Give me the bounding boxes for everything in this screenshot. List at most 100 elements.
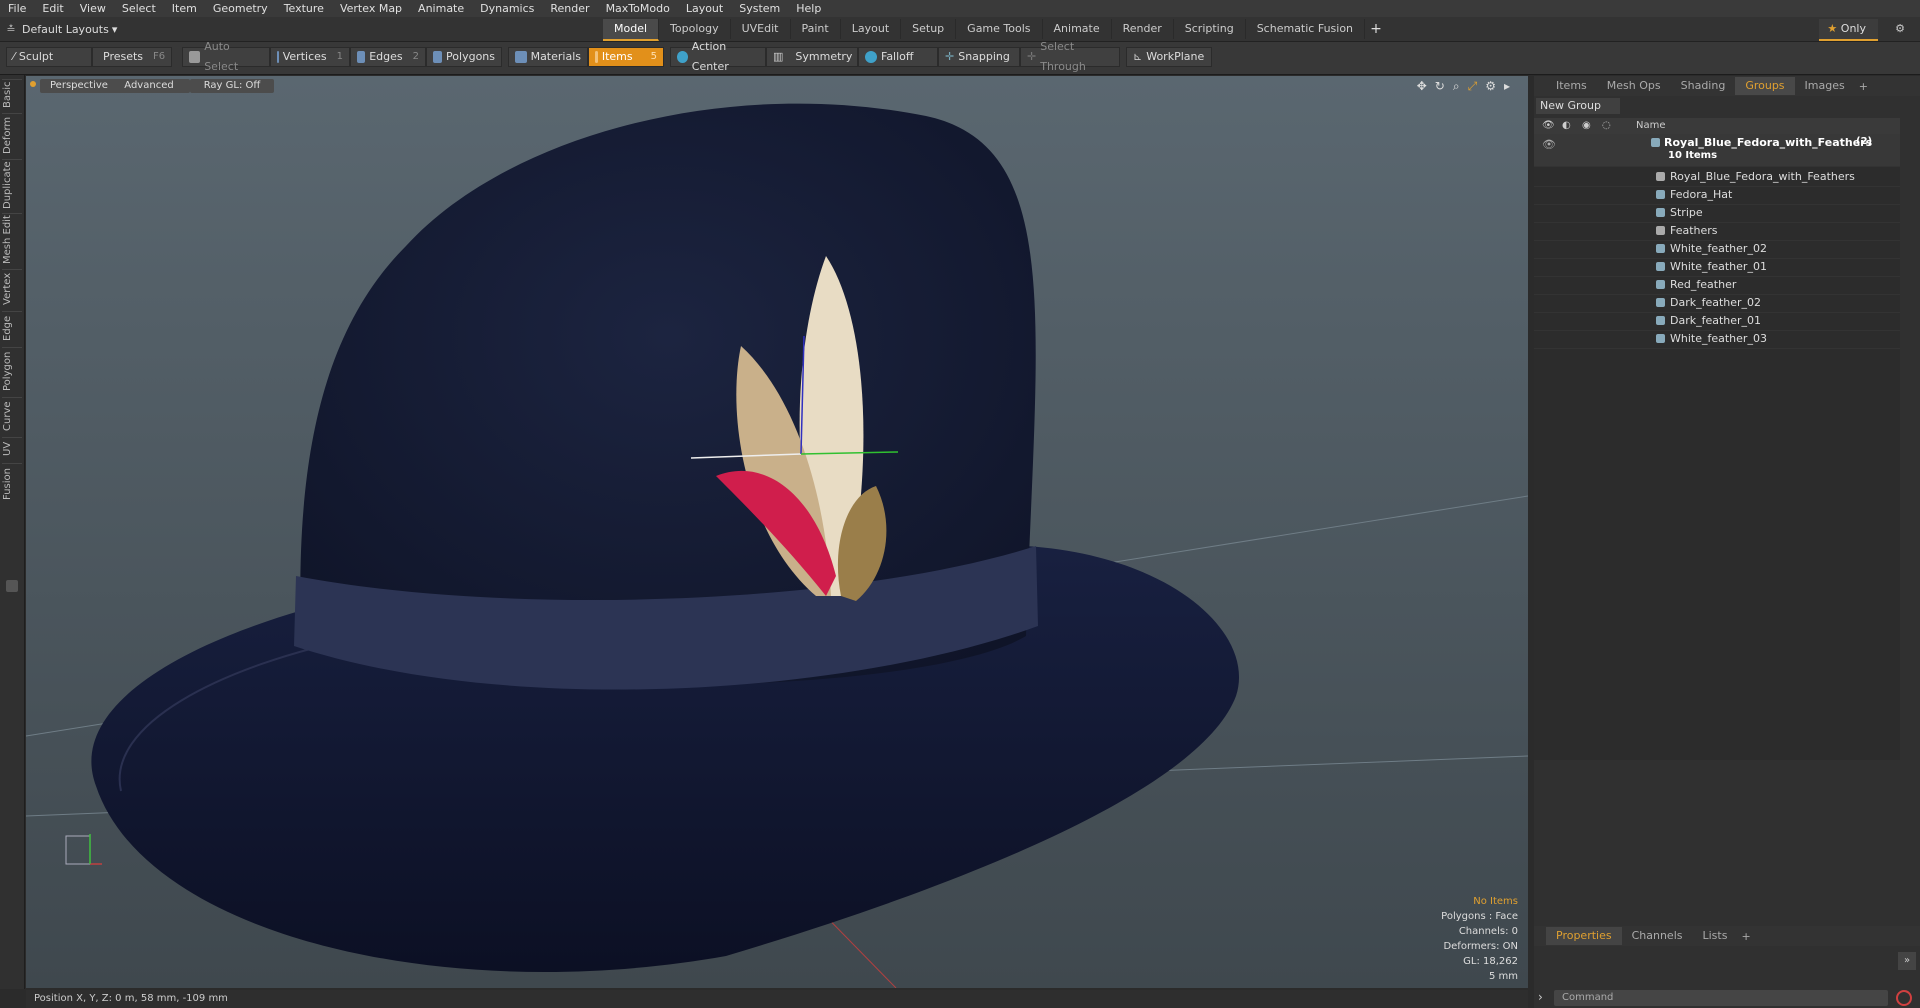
- tab-animate[interactable]: Animate: [1043, 19, 1112, 39]
- tab-channels[interactable]: Channels: [1622, 927, 1693, 945]
- tab-layout[interactable]: Layout: [841, 19, 902, 39]
- menu-texture[interactable]: Texture: [276, 0, 332, 17]
- fit-view-icon[interactable]: ⤢: [1468, 79, 1478, 94]
- tab-setup[interactable]: Setup: [901, 19, 957, 39]
- 3d-viewport[interactable]: Perspective Advanced Ray GL: Off ✥ ↻ ⌕ ⤢…: [26, 76, 1528, 988]
- menu-item[interactable]: Item: [164, 0, 205, 17]
- falloff-button[interactable]: Falloff: [858, 47, 938, 67]
- tab-lists[interactable]: Lists: [1693, 927, 1738, 945]
- tab-paint[interactable]: Paint: [791, 19, 841, 39]
- tree-item-row[interactable]: Stripe: [1534, 204, 1900, 223]
- main-toolbar: ⁄ Sculpt Presets F6 Auto Select Vertices 1 …: [0, 40, 1920, 75]
- items-button[interactable]: Items 5: [588, 47, 664, 67]
- menu-layout[interactable]: Layout: [678, 0, 731, 17]
- tab-shading[interactable]: Shading: [1671, 77, 1736, 95]
- tab-items[interactable]: Items: [1534, 77, 1597, 95]
- edges-button[interactable]: Edges 2: [350, 47, 426, 67]
- menu-animate[interactable]: Animate: [410, 0, 472, 17]
- tree-item-row[interactable]: Dark_feather_02: [1534, 294, 1900, 313]
- vtab-duplicate[interactable]: Duplicate: [2, 159, 22, 210]
- tab-uvedit[interactable]: UVEdit: [731, 19, 791, 39]
- tab-groups[interactable]: Groups: [1735, 77, 1795, 95]
- action-center-button[interactable]: Action Center: [670, 40, 766, 73]
- expand-panel-button[interactable]: »: [1898, 952, 1916, 970]
- command-input[interactable]: Command: [1554, 990, 1888, 1006]
- select-col-icon[interactable]: ◌: [1602, 120, 1611, 131]
- vtab-vertex[interactable]: Vertex: [2, 269, 22, 308]
- perspective-button[interactable]: Perspective: [40, 79, 118, 93]
- auto-select-icon: [189, 51, 201, 63]
- rotate-view-icon[interactable]: ↻: [1435, 79, 1445, 94]
- tree-item-row[interactable]: White_feather_01: [1534, 258, 1900, 277]
- vertices-shortcut: 1: [336, 51, 343, 62]
- snapping-button[interactable]: ✛ Snapping: [938, 47, 1020, 67]
- add-tab-icon[interactable]: +: [1859, 80, 1868, 93]
- workplane-button[interactable]: ⊾ WorkPlane: [1126, 47, 1212, 67]
- auto-select-button[interactable]: Auto Select: [182, 40, 270, 73]
- only-button[interactable]: ★ Only: [1819, 19, 1878, 41]
- tree-item-row[interactable]: Royal_Blue_Fedora_with_Feathers: [1534, 168, 1900, 187]
- zoom-view-icon[interactable]: ⌕: [1453, 79, 1460, 94]
- group-row[interactable]: 👁 Royal_Blue_Fedora_with_Feathers (2) 10…: [1534, 134, 1900, 167]
- menu-view[interactable]: View: [72, 0, 114, 17]
- tree-item-row[interactable]: Feathers: [1534, 222, 1900, 241]
- add-tab-icon[interactable]: +: [1741, 930, 1750, 943]
- menu-edit[interactable]: Edit: [34, 0, 71, 17]
- presets-button[interactable]: Presets F6: [92, 47, 172, 67]
- new-group-button[interactable]: New Group: [1536, 98, 1620, 114]
- menu-select[interactable]: Select: [114, 0, 164, 17]
- gear-icon[interactable]: ⚙: [1888, 19, 1912, 39]
- menu-file[interactable]: File: [0, 0, 34, 17]
- tab-scripting[interactable]: Scripting: [1174, 19, 1246, 39]
- tree-item-row[interactable]: White_feather_03: [1534, 330, 1900, 349]
- symmetry-button[interactable]: ▥ Symmetry: [766, 47, 858, 67]
- menu-maxtomodo[interactable]: MaxToModo: [598, 0, 678, 17]
- tab-game-tools[interactable]: Game Tools: [956, 19, 1043, 39]
- menu-vertex-map[interactable]: Vertex Map: [332, 0, 410, 17]
- vertices-button[interactable]: Vertices 1: [270, 47, 350, 67]
- polygons-button[interactable]: Polygons: [426, 47, 502, 67]
- render-col-icon[interactable]: ◐: [1562, 120, 1571, 131]
- menu-dynamics[interactable]: Dynamics: [472, 0, 542, 17]
- vtab-curve[interactable]: Curve: [2, 397, 22, 434]
- visibility-icon[interactable]: 👁: [1542, 138, 1556, 151]
- menu-help[interactable]: Help: [788, 0, 829, 17]
- tab-render[interactable]: Render: [1112, 19, 1174, 39]
- vtab-edge[interactable]: Edge: [2, 311, 22, 344]
- visibility-col-icon[interactable]: 👁: [1542, 120, 1555, 131]
- add-tab-icon[interactable]: +: [1365, 19, 1387, 41]
- tab-topology[interactable]: Topology: [659, 19, 731, 39]
- sculpt-button[interactable]: ⁄ Sculpt: [6, 47, 92, 67]
- materials-button[interactable]: Materials: [508, 47, 588, 67]
- info-channels: Channels: 0: [1458, 926, 1518, 937]
- tab-model[interactable]: Model: [603, 19, 660, 41]
- move-view-icon[interactable]: ✥: [1417, 79, 1427, 94]
- menu-geometry[interactable]: Geometry: [205, 0, 276, 17]
- select-through-button[interactable]: ✛ Select Through: [1020, 40, 1120, 73]
- tab-schematic-fusion[interactable]: Schematic Fusion: [1246, 19, 1366, 39]
- menu-system[interactable]: System: [731, 0, 788, 17]
- vtab-fusion[interactable]: Fusion: [2, 463, 22, 504]
- tab-mesh-ops[interactable]: Mesh Ops: [1597, 77, 1671, 95]
- vtab-polygon[interactable]: Polygon: [2, 347, 22, 394]
- vtab-mesh-edit[interactable]: Mesh Edit: [2, 213, 22, 266]
- layout-picker[interactable]: ≛ Default Layouts ▾: [0, 19, 117, 39]
- tree-item-row[interactable]: Dark_feather_01: [1534, 312, 1900, 331]
- viewport-dot-icon[interactable]: [30, 81, 36, 87]
- tree-item-row[interactable]: White_feather_02: [1534, 240, 1900, 259]
- tab-properties[interactable]: Properties: [1546, 927, 1622, 945]
- advanced-button[interactable]: Advanced: [108, 79, 190, 93]
- viewport-expand-icon[interactable]: ▸: [1504, 79, 1510, 94]
- tree-item-row[interactable]: Red_feather: [1534, 276, 1900, 295]
- stop-icon[interactable]: [1896, 990, 1912, 1006]
- raygl-button[interactable]: Ray GL: Off: [190, 79, 274, 93]
- viewport-settings-icon[interactable]: ⚙: [1485, 79, 1496, 94]
- tab-images[interactable]: Images: [1795, 77, 1855, 95]
- vtab-uv[interactable]: UV: [2, 437, 22, 460]
- vtab-basic[interactable]: Basic: [2, 79, 22, 110]
- tree-item-row[interactable]: Fedora_Hat: [1534, 186, 1900, 205]
- panel-toggle-icon[interactable]: [6, 580, 18, 592]
- vtab-deform[interactable]: Deform: [2, 113, 22, 156]
- menu-render[interactable]: Render: [542, 0, 597, 17]
- lock-col-icon[interactable]: ◉: [1582, 120, 1591, 131]
